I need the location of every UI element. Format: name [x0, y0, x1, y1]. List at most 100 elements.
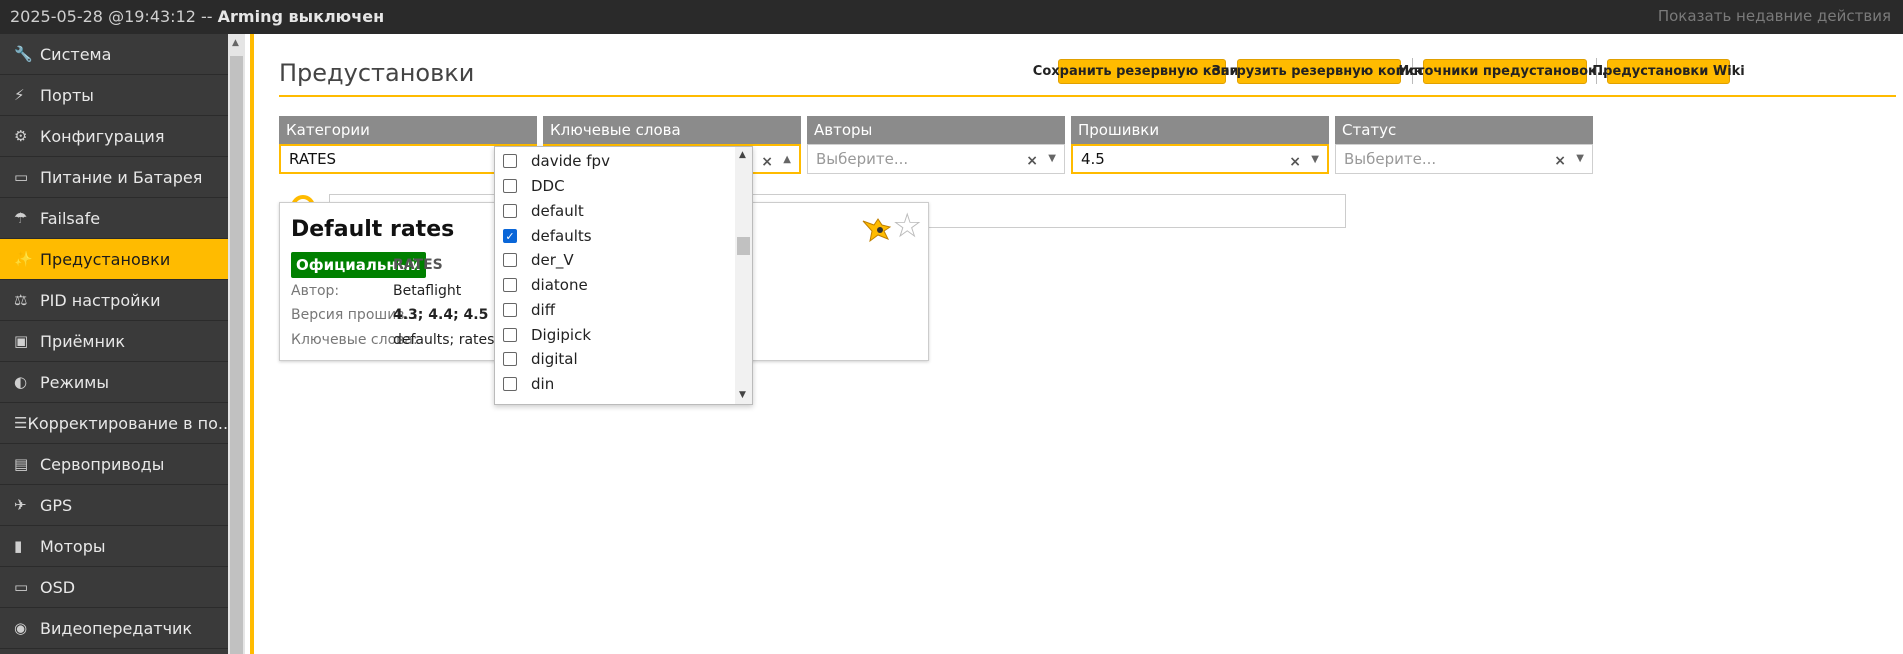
checkbox[interactable]	[503, 204, 517, 218]
scroll-up-arrow-icon[interactable]: ▲	[232, 38, 239, 48]
sidebar-item-ports[interactable]: ⚡ Порты	[0, 75, 228, 116]
sidebar-item-label: Failsafe	[40, 208, 101, 228]
chevron-up-icon[interactable]: ▲	[783, 154, 791, 165]
save-backup-button[interactable]: Сохранить резервную копию	[1033, 59, 1251, 84]
presets-content: Предустановки Сохранить резервную копию …	[254, 34, 1903, 654]
recent-actions-link[interactable]: Показать недавние действия	[1658, 7, 1891, 25]
preset-sources-button[interactable]: Источники предустановок...	[1398, 59, 1612, 84]
sidebar-item-pid[interactable]: ⚖ PID настройки	[0, 280, 228, 321]
sliders-icon: ☰	[14, 414, 28, 432]
wrench-icon: 🔧	[14, 45, 33, 63]
option-label: din	[531, 375, 555, 393]
osd-icon: ▭	[14, 578, 29, 596]
sidebar-item-label: OSD	[40, 577, 76, 597]
dropdown-option[interactable]: din	[503, 372, 554, 396]
keywords-dropdown-list[interactable]: davide fpv DDC default ✓ defaults der_V d…	[494, 146, 753, 405]
dropdown-option[interactable]: ✓ defaults	[503, 224, 592, 248]
sidebar-item-label: Предустановки	[40, 249, 171, 269]
dropdown-option[interactable]: DDC	[503, 174, 565, 198]
checkbox[interactable]	[503, 303, 517, 317]
presets-wiki-button[interactable]: Предустановки Wiki	[1592, 59, 1745, 84]
scroll-up-arrow-icon[interactable]: ▲	[739, 150, 746, 160]
sidebar-item-power[interactable]: ▭ Питание и Батарея	[0, 157, 228, 198]
parachute-icon: ☂	[14, 209, 28, 227]
sidebar-item-receiver[interactable]: ▣ Приёмник	[0, 321, 228, 362]
sidebar-item-label: Приёмник	[40, 331, 126, 351]
option-label: davide fpv	[531, 152, 610, 170]
sidebar-item-adjustments[interactable]: ☰ Корректирование в по...	[0, 403, 228, 444]
checkbox[interactable]	[503, 278, 517, 292]
dropdown-option[interactable]: Digipick	[503, 323, 591, 347]
filter-label: Категории	[279, 116, 537, 144]
checkbox[interactable]	[503, 253, 517, 267]
dropdown-option[interactable]: der_V	[503, 248, 574, 272]
sidebar-scrollbar[interactable]: ▲	[228, 34, 245, 654]
servo-icon: ▤	[14, 455, 29, 473]
option-label: defaults	[531, 227, 592, 245]
status-select[interactable]: Выберите... × ▼	[1335, 144, 1593, 174]
filter-status: Статус Выберите... × ▼	[1335, 116, 1593, 174]
select-value: 4.5	[1081, 150, 1105, 168]
pid-icon: ⚖	[14, 291, 28, 309]
toggle-icon: ◐	[14, 373, 28, 391]
plug-icon: ⚡	[14, 86, 25, 104]
select-value: RATES	[289, 150, 337, 168]
scrollbar-thumb[interactable]	[230, 56, 243, 654]
dropdown-option[interactable]: davide fpv	[503, 149, 610, 173]
sidebar-item-gps[interactable]: ✈ GPS	[0, 485, 228, 526]
option-label: digital	[531, 350, 578, 368]
sidebar-item-label: Конфигурация	[40, 126, 165, 146]
clear-icon[interactable]: ×	[1026, 153, 1038, 169]
sidebar-item-failsafe[interactable]: ☂ Failsafe	[0, 198, 228, 239]
scrollbar-thumb[interactable]	[737, 237, 750, 255]
gear-icon: ⚙	[14, 127, 28, 145]
checkbox[interactable]	[503, 377, 517, 391]
chevron-down-icon[interactable]: ▼	[1048, 153, 1056, 164]
connection-status: 2025-05-28 @19:43:12 -- Arming выключен	[10, 7, 384, 26]
filter-label: Авторы	[807, 116, 1065, 144]
satellite-icon: ✈	[14, 496, 27, 514]
checkbox[interactable]	[503, 179, 517, 193]
preset-category: RATES	[393, 257, 443, 273]
dropdown-option[interactable]: diff	[503, 298, 555, 322]
firmware-select[interactable]: 4.5 × ▼	[1071, 144, 1329, 174]
dropdown-option[interactable]: digital	[503, 347, 578, 371]
checkbox-checked[interactable]: ✓	[503, 229, 517, 243]
header-divider	[279, 95, 1896, 97]
load-backup-button[interactable]: Загрузить резервную копию	[1212, 59, 1426, 84]
sidebar-item-osd[interactable]: ▭ OSD	[0, 567, 228, 608]
sidebar-item-configuration[interactable]: ⚙ Конфигурация	[0, 116, 228, 157]
dropdown-option[interactable]: default	[503, 199, 584, 223]
sidebar-item-system[interactable]: 🔧 Система	[0, 34, 228, 75]
favorite-star-icon[interactable]: ☆	[892, 209, 922, 243]
receiver-icon: ▣	[14, 332, 29, 350]
authors-select[interactable]: Выберите... × ▼	[807, 144, 1065, 174]
sidebar-item-motors[interactable]: ▮ Моторы	[0, 526, 228, 567]
option-label: Digipick	[531, 326, 592, 344]
clear-icon[interactable]: ×	[1554, 153, 1566, 169]
sidebar-item-label: Сервоприводы	[40, 454, 165, 474]
sidebar-item-label: Система	[40, 44, 112, 64]
dropdown-scrollbar[interactable]: ▲ ▼	[735, 147, 752, 404]
sidebar-item-modes[interactable]: ◐ Режимы	[0, 362, 228, 403]
filter-firmware: Прошивки 4.5 × ▼	[1071, 116, 1329, 174]
sidebar-item-presets[interactable]: ✨ Предустановки	[0, 239, 228, 280]
preset-title: Default rates	[291, 217, 455, 242]
sidebar-item-servos[interactable]: ▤ Сервоприводы	[0, 444, 228, 485]
chevron-down-icon[interactable]: ▼	[1576, 153, 1584, 164]
chevron-down-icon[interactable]: ▼	[1311, 154, 1319, 165]
select-placeholder: Выберите...	[1344, 150, 1437, 168]
dropdown-option[interactable]: diatone	[503, 273, 588, 297]
checkbox[interactable]	[503, 352, 517, 366]
sidebar-item-label: Питание и Батарея	[40, 167, 203, 187]
sidebar-item-label: Видеопередатчик	[40, 618, 193, 638]
clear-icon[interactable]: ×	[1289, 154, 1301, 170]
sidebar-item-label: Корректирование в по...	[27, 413, 228, 433]
scroll-down-arrow-icon[interactable]: ▼	[739, 390, 746, 400]
clear-icon[interactable]: ×	[761, 154, 773, 170]
sidebar-item-vtx[interactable]: ◉ Видеопередатчик	[0, 608, 228, 649]
checkbox[interactable]	[503, 328, 517, 342]
checkbox[interactable]	[503, 154, 517, 168]
page-title: Предустановки	[279, 59, 475, 87]
magic-wand-icon: ✨	[14, 250, 33, 268]
